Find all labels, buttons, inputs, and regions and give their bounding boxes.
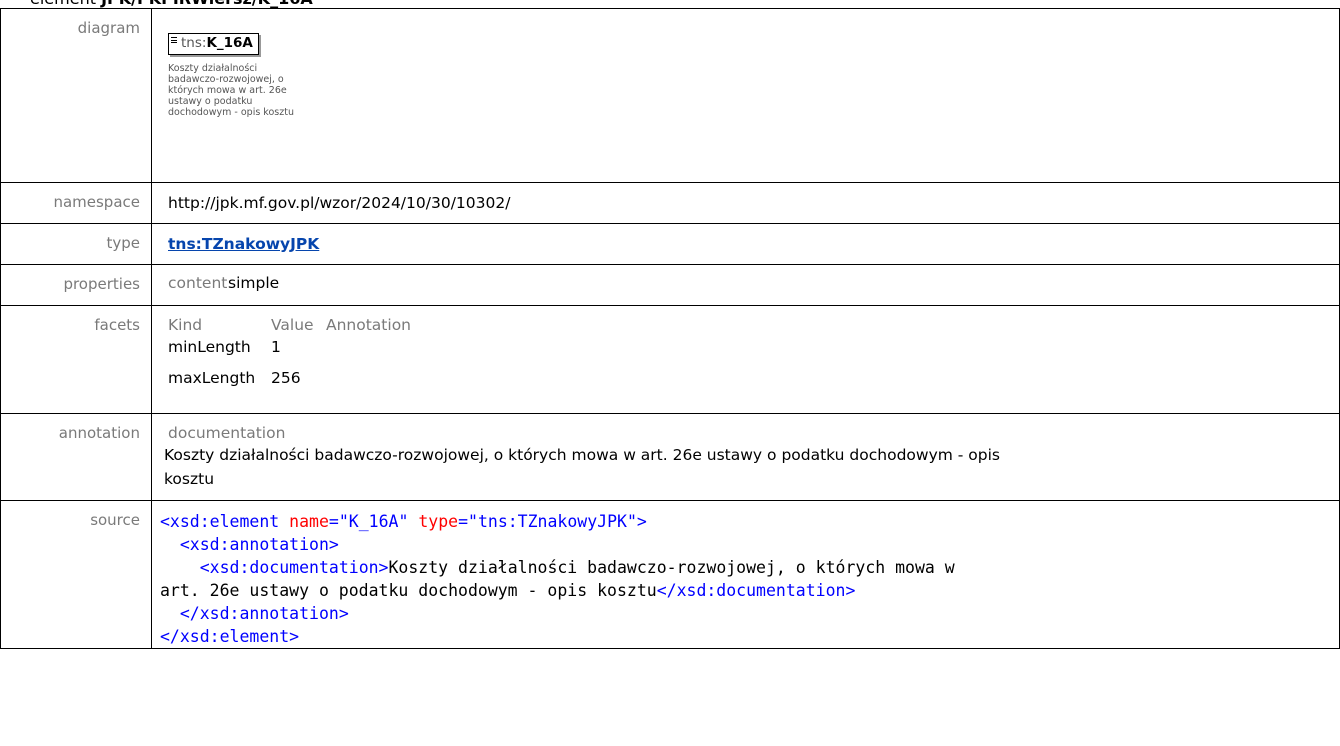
label-diagram: diagram xyxy=(0,8,152,183)
facets-table: Kind Value Annotation minLength 1 maxLen… xyxy=(168,316,411,400)
row-facets: facets Kind Value Annotation minLength 1… xyxy=(0,305,1340,414)
facet-value: 256 xyxy=(271,369,301,387)
row-namespace: namespace http://jpk.mf.gov.pl/wzor/2024… xyxy=(0,182,1340,224)
facet-row: maxLength 256 xyxy=(168,369,411,400)
label-facets: facets xyxy=(0,305,152,414)
source-code: <xsd:element name="K_16A" type="tns:TZna… xyxy=(160,512,955,646)
annotation-header: documentation xyxy=(168,424,286,442)
property-key: content xyxy=(168,274,228,292)
heading-path: JPK/PKPIRWiersz/K_16A xyxy=(101,0,313,8)
type-link[interactable]: tns:TZnakowyJPK xyxy=(168,235,319,253)
property-value: simple xyxy=(228,274,280,292)
facet-kind: minLength xyxy=(168,338,251,356)
row-annotation: annotation documentation Koszty działaln… xyxy=(0,413,1340,501)
facets-header-annotation: Annotation xyxy=(326,316,412,334)
label-annotation: annotation xyxy=(0,413,152,501)
diagram-note: Koszty działalności badawczo-rozwojowej,… xyxy=(168,63,294,118)
facet-row: minLength 1 xyxy=(168,338,411,369)
label-source: source xyxy=(0,500,152,649)
label-namespace: namespace xyxy=(0,182,152,224)
properties-table: content simple xyxy=(168,274,279,292)
facets-header-kind: Kind xyxy=(168,316,203,334)
facet-value: 1 xyxy=(271,338,281,356)
heading-prefix: element xyxy=(30,0,96,8)
row-source: source <xsd:element name="K_16A" type="t… xyxy=(0,500,1340,649)
facet-kind: maxLength xyxy=(168,369,256,387)
element-lines-icon xyxy=(171,37,177,43)
label-type: type xyxy=(0,223,152,265)
facets-header-value: Value xyxy=(271,316,314,334)
diagram-name: K_16A xyxy=(206,35,253,51)
diagram-prefix: tns: xyxy=(181,35,207,51)
label-properties: properties xyxy=(0,264,152,306)
row-properties: properties content simple xyxy=(0,264,1340,306)
namespace-value: http://jpk.mf.gov.pl/wzor/2024/10/30/103… xyxy=(168,194,511,212)
element-doc-table: diagram tns:K_16A Koszty działalności ba… xyxy=(0,8,1340,649)
row-type: type tns:TZnakowyJPK xyxy=(0,223,1340,265)
diagram-element-box[interactable]: tns:K_16A xyxy=(168,33,259,55)
annotation-text: Koszty działalności badawczo-rozwojowej,… xyxy=(164,446,1001,488)
row-diagram: diagram tns:K_16A Koszty działalności ba… xyxy=(0,8,1340,183)
